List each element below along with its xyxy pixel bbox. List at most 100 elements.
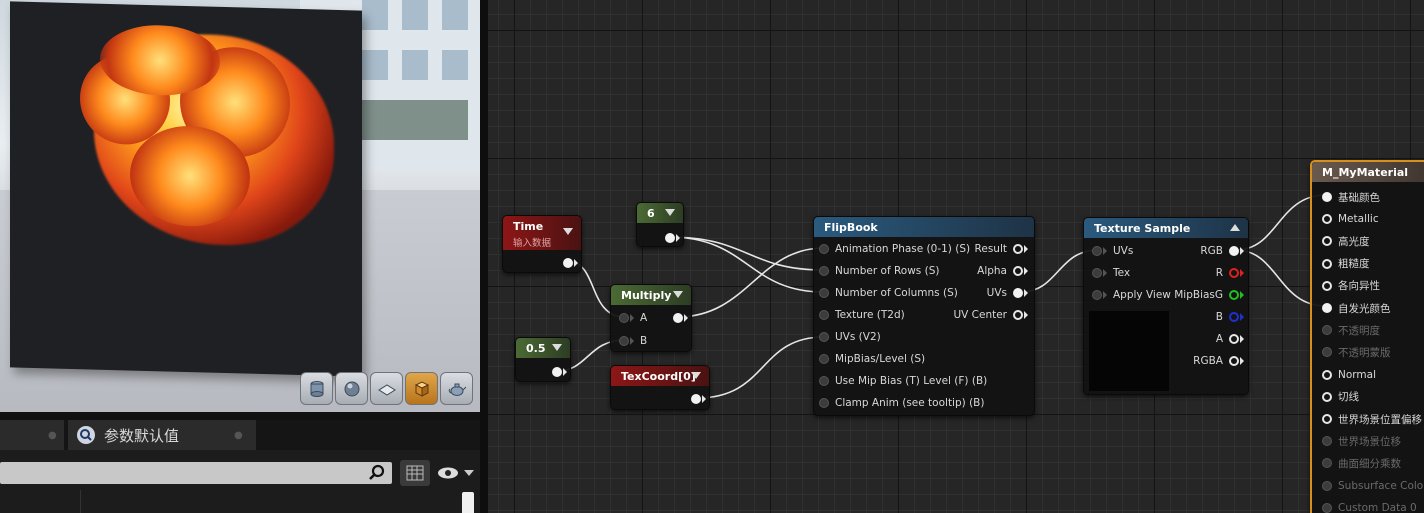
output-pin-result[interactable]: Result bbox=[969, 240, 1028, 258]
preview-mesh-plane bbox=[10, 1, 362, 377]
texture-sample-node-header: Texture Sample bbox=[1084, 218, 1248, 238]
output-pin-rgba[interactable]: RGBA bbox=[1187, 352, 1244, 370]
time-node-header: Time 输入数据 bbox=[503, 216, 581, 250]
material-result-node[interactable]: M_MyMaterial 基础颜色 Metallic 高光度粗糙度各向异性自发光颜色… bbox=[1310, 160, 1424, 513]
input-pin[interactable]: Use Mip Bias (T) Level (F) (B) bbox=[819, 372, 993, 390]
time-node[interactable]: Time 输入数据 bbox=[502, 215, 582, 273]
material-input-pin[interactable]: 基础颜色 bbox=[1322, 188, 1386, 206]
material-input-pin[interactable]: 各向异性 bbox=[1322, 277, 1386, 295]
material-input-pin[interactable]: 世界场景位置偏移 bbox=[1322, 410, 1424, 428]
search-icon bbox=[77, 426, 95, 444]
input-pin[interactable]: MipBias/Level (S) bbox=[819, 350, 931, 368]
plane-icon[interactable] bbox=[370, 372, 403, 405]
close-icon[interactable]: ● bbox=[48, 430, 57, 441]
output-pin[interactable] bbox=[691, 390, 706, 408]
output-pin-uv-center[interactable]: UV Center bbox=[947, 306, 1028, 324]
material-input-pin[interactable]: Normal bbox=[1322, 366, 1382, 384]
multiply-node-header: Multiply bbox=[611, 285, 691, 305]
cylinder-icon[interactable] bbox=[300, 372, 333, 405]
cube-icon[interactable] bbox=[405, 372, 438, 405]
collapse-arrow-icon[interactable] bbox=[563, 228, 573, 235]
pin-socket bbox=[1322, 192, 1332, 202]
input-pin-uvs[interactable]: UVs bbox=[1092, 242, 1139, 260]
pin-label: 粗糙度 bbox=[1338, 258, 1370, 271]
input-pin-a[interactable]: A bbox=[619, 309, 653, 327]
pin-socket bbox=[1322, 502, 1332, 513]
parameter-defaults-panel: ● 参数默认值 ● bbox=[0, 412, 480, 513]
pin-socket bbox=[1322, 347, 1332, 358]
input-pin[interactable]: Number of Rows (S) bbox=[819, 262, 945, 280]
material-graph[interactable]: Time 输入数据 6 0.5 Multiply A B TexCoord[0]… bbox=[488, 0, 1424, 513]
input-pin[interactable]: Number of Columns (S) bbox=[819, 284, 964, 302]
input-pin[interactable]: Texture (T2d) bbox=[819, 306, 911, 324]
output-pin-uvs[interactable]: UVs bbox=[981, 284, 1028, 302]
pin-label: 切线 bbox=[1338, 391, 1359, 404]
pin-label: Normal bbox=[1338, 368, 1376, 381]
multiply-node[interactable]: Multiply A B bbox=[610, 284, 692, 352]
pin-socket bbox=[1322, 303, 1332, 313]
material-input-pin: Subsurface Color bbox=[1322, 477, 1424, 495]
input-pin-mipbias[interactable]: Apply View MipBias bbox=[1092, 286, 1221, 304]
material-input-pin[interactable]: Metallic bbox=[1322, 210, 1385, 228]
material-input-pin[interactable]: 粗糙度 bbox=[1322, 255, 1376, 273]
collapse-arrow-icon[interactable] bbox=[552, 344, 562, 351]
pin-label: 自发光颜色 bbox=[1338, 302, 1391, 315]
output-pin-a[interactable]: A bbox=[1210, 330, 1244, 348]
output-pin-rgb[interactable]: RGB bbox=[1194, 242, 1244, 260]
building-window bbox=[402, 50, 428, 80]
collapse-arrow-icon[interactable] bbox=[673, 291, 683, 298]
output-pin[interactable] bbox=[563, 254, 578, 272]
input-pin-b[interactable]: B bbox=[619, 332, 653, 350]
view-options-button[interactable] bbox=[400, 460, 430, 486]
pin-label: 各向异性 bbox=[1338, 280, 1380, 293]
tab-details[interactable]: ● bbox=[0, 420, 64, 450]
texture-sample-node[interactable]: Texture Sample UVs Tex Apply View MipBia… bbox=[1083, 217, 1249, 395]
collapse-arrow-icon[interactable] bbox=[665, 209, 675, 216]
building-entrance bbox=[362, 100, 468, 140]
preview-viewport[interactable] bbox=[0, 0, 480, 412]
output-pin-r[interactable]: R bbox=[1210, 264, 1244, 282]
search-icon[interactable] bbox=[368, 464, 386, 482]
visibility-dropdown[interactable] bbox=[436, 462, 476, 484]
panel-splitter[interactable] bbox=[480, 0, 488, 513]
input-pin[interactable]: UVs (V2) bbox=[819, 328, 887, 346]
collapse-arrow-icon[interactable] bbox=[691, 372, 701, 379]
tab-parameter-defaults[interactable]: 参数默认值 ● bbox=[68, 420, 256, 450]
eye-icon bbox=[438, 467, 458, 479]
flipbook-node[interactable]: FlipBook Animation Phase (0-1) (S) Numbe… bbox=[813, 216, 1035, 416]
output-pin-alpha[interactable]: Alpha bbox=[971, 262, 1028, 280]
material-input-pin[interactable]: 高光度 bbox=[1322, 232, 1376, 250]
node-subtitle: 输入数据 bbox=[513, 238, 552, 249]
teapot-icon[interactable] bbox=[440, 372, 473, 405]
collapse-arrow-icon[interactable] bbox=[1230, 224, 1240, 231]
pin-socket bbox=[1322, 369, 1332, 380]
material-input-pin: 世界场景位移 bbox=[1322, 432, 1407, 450]
input-pin[interactable]: Animation Phase (0-1) (S) bbox=[819, 240, 976, 258]
building-window bbox=[442, 0, 468, 30]
output-pin-g[interactable]: G bbox=[1209, 286, 1244, 304]
output-pin[interactable] bbox=[552, 363, 567, 381]
list-icon bbox=[406, 465, 424, 481]
texcoord-node[interactable]: TexCoord[0] bbox=[610, 365, 710, 410]
node-title: Multiply bbox=[621, 288, 672, 302]
pin-socket bbox=[1322, 458, 1332, 469]
pin-socket bbox=[1322, 436, 1332, 447]
node-title: M_MyMaterial bbox=[1322, 165, 1409, 179]
wire-multiply-to-anim-phase bbox=[676, 247, 825, 318]
constant-6-node[interactable]: 6 bbox=[636, 202, 684, 247]
output-pin-b[interactable]: B bbox=[1210, 308, 1244, 326]
input-pin[interactable]: Clamp Anim (see tooltip) (B) bbox=[819, 394, 990, 412]
scrollbar[interactable] bbox=[462, 492, 474, 513]
material-input-pin: 曲面细分乘数 bbox=[1322, 454, 1407, 472]
constant-05-node[interactable]: 0.5 bbox=[515, 337, 571, 382]
node-title: TexCoord[0] bbox=[621, 369, 696, 383]
material-input-pin[interactable]: 切线 bbox=[1322, 388, 1365, 406]
pin-socket bbox=[1322, 258, 1332, 269]
input-pin-tex[interactable]: Tex bbox=[1092, 264, 1136, 282]
sphere-icon[interactable] bbox=[335, 372, 368, 405]
material-input-pin[interactable]: 自发光颜色 bbox=[1322, 299, 1397, 317]
output-pin[interactable] bbox=[665, 229, 680, 247]
search-input[interactable] bbox=[0, 462, 392, 484]
output-pin[interactable] bbox=[673, 309, 688, 327]
close-icon[interactable]: ● bbox=[234, 430, 243, 441]
